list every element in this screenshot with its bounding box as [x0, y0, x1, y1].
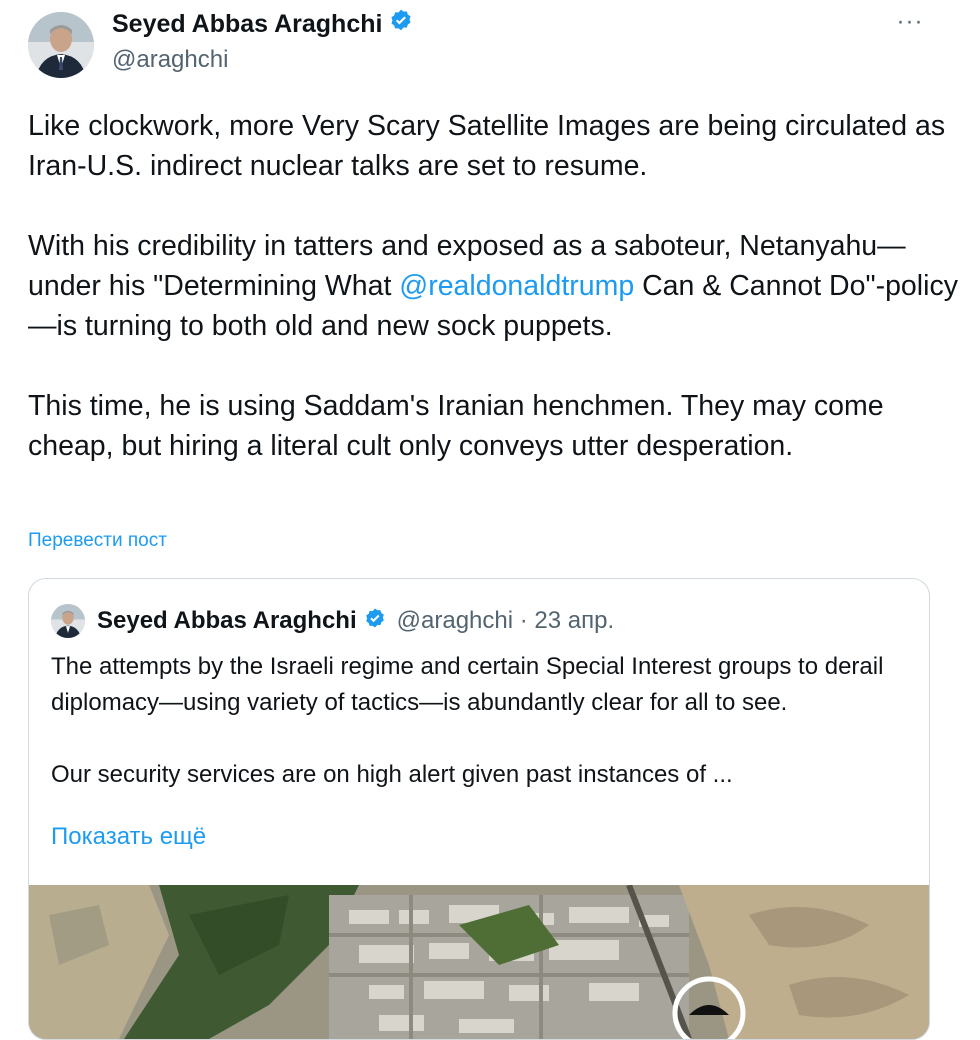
tweet-paragraph-1: Like clockwork, more Very Scary Satellit… — [28, 110, 946, 182]
show-more-link[interactable]: Показать ещё — [51, 823, 206, 851]
more-horizontal-icon: ··· — [896, 8, 924, 35]
quoted-author-name[interactable]: Seyed Abbas Araghchi — [97, 607, 357, 635]
more-options-button[interactable]: ··· — [890, 4, 930, 40]
quoted-paragraph-1: The attempts by the Israeli regime and c… — [51, 653, 884, 716]
tweet-paragraph-2: With his credibility in tatters and expo… — [28, 226, 958, 346]
translate-post-link[interactable]: Перевести пост — [28, 530, 167, 552]
author-handle[interactable]: @araghchi — [112, 46, 228, 74]
quoted-verified-badge-icon — [363, 607, 387, 636]
tweet-paragraph-3: This time, he is using Saddam's Iranian … — [28, 390, 884, 462]
quoted-tweet-text: The attempts by the Israeli regime and c… — [51, 649, 911, 793]
quoted-author-avatar[interactable] — [51, 604, 85, 638]
mention-link[interactable]: @realdonaldtrump — [399, 270, 634, 302]
quoted-author-handle: @araghchi — [396, 607, 514, 634]
author-name[interactable]: Seyed Abbas Araghchi — [112, 10, 382, 39]
quoted-tweet-header: Seyed Abbas Araghchi @araghchi · 23 апр. — [51, 601, 614, 641]
author-avatar[interactable] — [28, 12, 94, 78]
quoted-date[interactable]: 23 апр. — [534, 607, 614, 634]
satellite-image[interactable] — [29, 883, 929, 1039]
author-name-row[interactable]: Seyed Abbas Araghchi — [112, 8, 414, 41]
quoted-meta: @araghchi · 23 апр. — [397, 607, 615, 635]
quoted-paragraph-2: Our security services are on high alert … — [51, 761, 733, 788]
quoted-tweet-card[interactable]: Seyed Abbas Araghchi @araghchi · 23 апр.… — [28, 578, 930, 1040]
verified-badge-icon — [388, 8, 414, 41]
meta-separator: · — [519, 607, 528, 634]
tweet-text: Like clockwork, more Very Scary Satellit… — [28, 106, 958, 466]
